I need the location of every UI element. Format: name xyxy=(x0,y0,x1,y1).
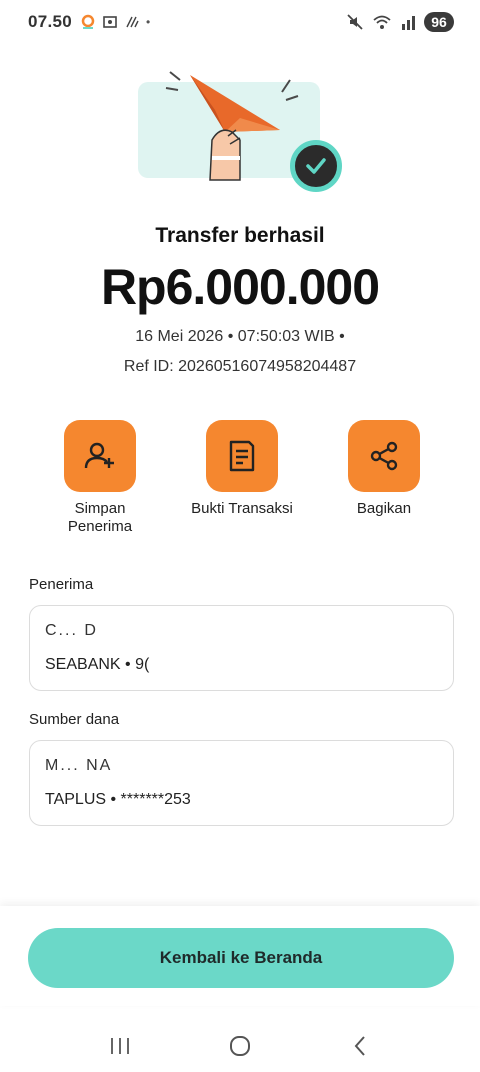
share-action[interactable]: Bagikan xyxy=(314,420,454,518)
share-label: Bagikan xyxy=(356,500,412,517)
recent-apps-button[interactable] xyxy=(100,1026,140,1066)
receipt-label: Bukti Transaksi xyxy=(191,500,293,517)
back-to-home-button[interactable]: Kembali ke Beranda xyxy=(28,928,454,988)
action-row: Simpan Penerima Bukti Transaksi Bagikan xyxy=(0,420,480,540)
back-chevron-icon xyxy=(354,1036,365,1056)
status-bar: 07.50 • 96 xyxy=(0,0,480,44)
save-recipient-action[interactable]: Simpan Penerima xyxy=(30,420,170,536)
success-check-badge xyxy=(290,140,342,192)
recent-apps-icon xyxy=(111,1038,129,1054)
share-button[interactable] xyxy=(348,420,420,492)
add-user-icon xyxy=(84,442,114,469)
source-card: M... NA TAPLUS • *******253 xyxy=(29,740,454,826)
transfer-ref-id: Ref ID: 20260516074958204487 xyxy=(123,358,357,375)
save-recipient-button[interactable] xyxy=(64,420,136,492)
transfer-status-title: Transfer berhasil xyxy=(155,224,325,247)
receipt-icon xyxy=(229,440,255,472)
recipient-section-label: Penerima xyxy=(29,576,94,593)
source-section-label: Sumber dana xyxy=(29,711,120,728)
clock: 07.50 xyxy=(28,12,73,31)
screenshot-icon xyxy=(103,16,117,28)
home-circle-icon xyxy=(230,1036,250,1056)
recipient-account: SEABANK • 9( xyxy=(45,656,150,673)
app-notification-icon xyxy=(81,14,95,29)
receipt-button[interactable] xyxy=(206,420,278,492)
notification-icons: • xyxy=(80,14,150,30)
signal-icon xyxy=(402,16,415,30)
source-name: M... NA xyxy=(45,757,113,774)
success-illustration xyxy=(130,60,350,200)
share-icon xyxy=(370,441,398,471)
slash-icon xyxy=(126,16,139,28)
checkmark-icon xyxy=(306,158,326,174)
status-dot: • xyxy=(146,15,151,29)
recipient-name: C... D xyxy=(45,622,98,639)
system-nav-bar xyxy=(0,1020,480,1072)
transfer-datetime: 16 Mei 2026 • 07:50:03 WIB • xyxy=(135,328,345,345)
mute-icon xyxy=(347,14,363,30)
source-account: TAPLUS • *******253 xyxy=(45,791,191,808)
status-left: 07.50 • xyxy=(28,12,150,32)
battery-indicator: 96 xyxy=(424,12,454,32)
transfer-amount: Rp6.000.000 xyxy=(100,259,380,315)
save-recipient-label: Simpan Penerima xyxy=(67,500,133,535)
home-nav-button[interactable] xyxy=(220,1026,260,1066)
back-nav-button[interactable] xyxy=(340,1026,380,1066)
receipt-action[interactable]: Bukti Transaksi xyxy=(172,420,312,518)
wifi-icon xyxy=(373,15,391,29)
status-right: 96 xyxy=(346,12,454,32)
recipient-card: C... D SEABANK • 9( xyxy=(29,605,454,691)
